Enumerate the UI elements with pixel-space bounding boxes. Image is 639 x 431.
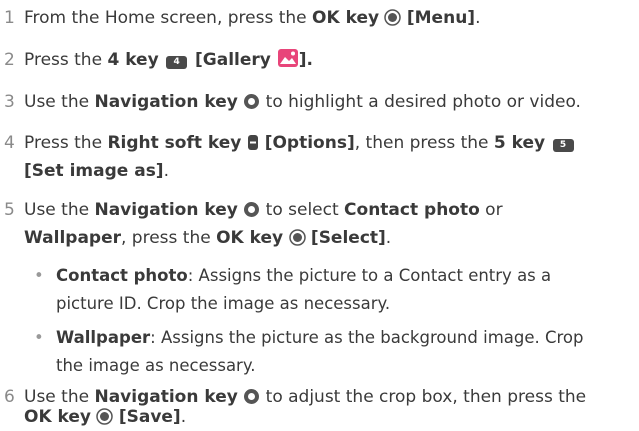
ok-key-icon — [288, 229, 306, 246]
step-number: 1 — [4, 8, 15, 28]
navigation-key-icon — [244, 202, 260, 217]
key-name: Right soft key — [107, 133, 242, 153]
key-name: Navigation key — [94, 200, 238, 220]
ok-key-icon — [384, 9, 402, 26]
step-text: From the Home screen, press the — [24, 8, 313, 28]
key-name: OK key — [216, 228, 284, 248]
right-soft-key-icon — [247, 135, 258, 150]
gallery-app-icon — [277, 49, 298, 67]
step-number: 6 — [4, 387, 15, 407]
step-number: 2 — [4, 50, 15, 70]
select-label: [Select] — [310, 228, 386, 248]
save-label: [Save] — [118, 407, 181, 427]
menu-label: [Menu] — [406, 8, 476, 28]
options-label: [Options] — [258, 133, 355, 153]
step-number: 4 — [4, 133, 15, 153]
step-number: 5 — [4, 200, 15, 220]
ok-key-icon — [96, 408, 114, 425]
step-number: 3 — [4, 92, 15, 112]
numeric-key-icon: 4 — [166, 56, 188, 69]
key-name: OK key — [24, 407, 92, 427]
numeric-key-icon: 5 — [552, 139, 574, 152]
gallery-label: [Gallery — [189, 50, 277, 70]
key-name: 4 key — [107, 50, 159, 70]
key-name: Navigation key — [94, 92, 238, 112]
bullet-mark: • — [34, 328, 44, 347]
key-name: 5 key — [493, 133, 546, 153]
bullet-mark: • — [34, 266, 44, 285]
navigation-key-icon — [244, 389, 260, 404]
set-image-label: [Set image as] — [24, 161, 164, 181]
navigation-key-icon — [244, 94, 260, 109]
key-name: OK key — [312, 8, 380, 28]
